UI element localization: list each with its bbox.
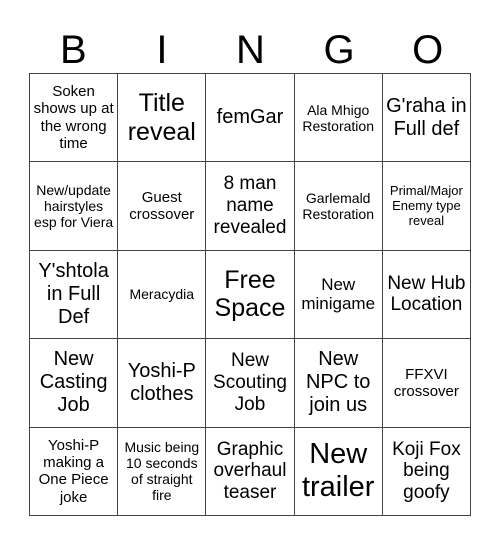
cell-text: New minigame [301, 274, 376, 314]
bingo-cell[interactable]: New NPC to join us [294, 339, 383, 428]
bingo-cell[interactable]: Guest crossover [118, 162, 207, 251]
cell-text: G'raha in Full def [386, 94, 467, 140]
bingo-cell[interactable]: G'raha in Full def [382, 74, 471, 163]
bingo-cell[interactable]: New/update hairstyles esp for Viera [30, 162, 119, 251]
cell-text: Meracydia [129, 286, 195, 303]
cell-text: Free Space [214, 265, 286, 323]
header-letter-o: O [412, 28, 444, 72]
bingo-cell[interactable]: Primal/Major Enemy type reveal [382, 162, 471, 251]
header-letter-b: B [59, 28, 87, 72]
cell-text: Soken shows up at the wrong time [33, 83, 114, 152]
cell-text: Title reveal [127, 88, 196, 146]
cell-text: Guest crossover [129, 188, 195, 224]
bingo-cell[interactable]: New Hub Location [382, 250, 471, 340]
bingo-cell[interactable]: New Scouting Job [206, 339, 295, 428]
bingo-cell[interactable]: Y'shtola in Full Def [30, 250, 119, 340]
bingo-cell[interactable]: Yoshi-P making a One Piece joke [30, 427, 119, 516]
header-letter-g: G [323, 28, 355, 72]
bingo-cell[interactable]: Soken shows up at the wrong time [30, 74, 119, 163]
cell-text: Y'shtola in Full Def [38, 259, 109, 328]
cell-text: New NPC to join us [305, 348, 371, 417]
header-letter-i: I [156, 28, 168, 72]
cell-text: New Casting Job [39, 348, 108, 417]
cell-text: Yoshi-P clothes [127, 359, 196, 405]
free-space-cell[interactable]: Free Space [206, 250, 295, 340]
bingo-cell[interactable]: FFXVI crossover [382, 339, 471, 428]
bingo-cell[interactable]: Ala Mhigo Restoration [294, 74, 383, 163]
cell-text: Ala Mhigo Restoration [302, 101, 374, 134]
cell-text: New Scouting Job [213, 350, 287, 415]
bingo-cell[interactable]: Title reveal [118, 74, 207, 163]
cell-text: Graphic overhaul teaser [213, 438, 287, 504]
bingo-cell[interactable]: New trailer [294, 427, 383, 516]
bingo-cell[interactable]: Graphic overhaul teaser [206, 427, 295, 516]
cell-text: Yoshi-P making a One Piece joke [38, 436, 109, 506]
bingo-cell[interactable]: Garlemald Restoration [294, 162, 383, 251]
bingo-cell[interactable]: New minigame [294, 250, 383, 340]
bingo-cell[interactable]: Yoshi-P clothes [118, 339, 207, 428]
cell-text: Koji Fox being goofy [392, 438, 461, 504]
cell-text: New Hub Location [387, 272, 466, 316]
cell-text: 8 man name revealed [213, 173, 287, 239]
bingo-grid: Soken shows up at the wrong time Title r… [29, 73, 471, 516]
cell-text: Music being 10 seconds of straight fire [124, 439, 200, 504]
bingo-cell[interactable]: Meracydia [118, 250, 207, 340]
cell-text: FFXVI crossover [393, 365, 459, 400]
bingo-header: B I N G O [29, 28, 472, 73]
cell-text: Primal/Major Enemy type reveal [389, 182, 463, 228]
bingo-cell[interactable]: Koji Fox being goofy [382, 427, 471, 516]
cell-text: femGar [216, 106, 284, 129]
cell-text: Garlemald Restoration [302, 190, 374, 223]
cell-text: New trailer [301, 437, 375, 504]
header-letter-n: N [236, 28, 265, 72]
cell-text: New/update hairstyles esp for Viera [34, 181, 114, 231]
bingo-cell[interactable]: femGar [206, 74, 295, 163]
bingo-cell[interactable]: 8 man name revealed [206, 162, 295, 251]
bingo-cell[interactable]: New Casting Job [30, 339, 119, 428]
bingo-cell[interactable]: Music being 10 seconds of straight fire [118, 427, 207, 516]
